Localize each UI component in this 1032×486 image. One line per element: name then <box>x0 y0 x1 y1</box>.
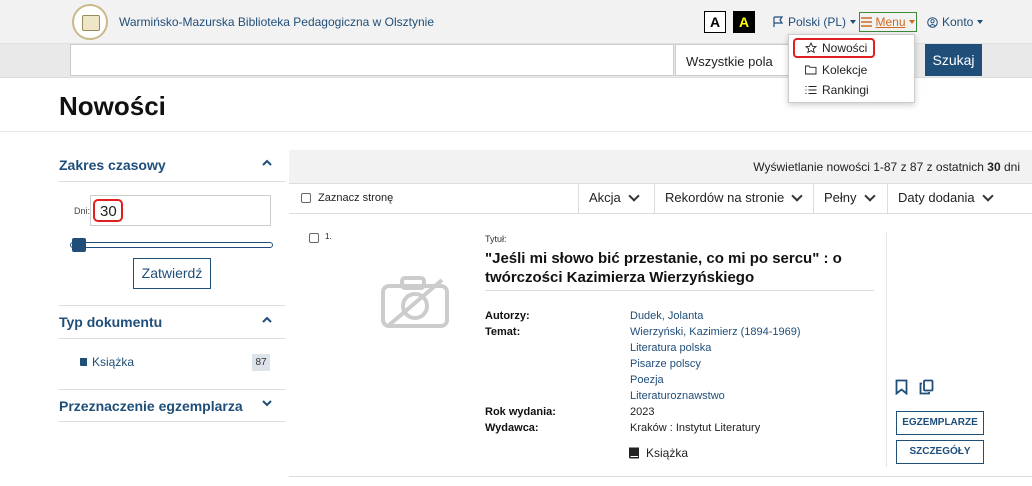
sort-label: Daty dodania <box>898 190 975 205</box>
record-number: 1. <box>325 232 332 241</box>
results-count: Wyświetlanie nowości 1-87 z 87 z ostatni… <box>753 160 1020 174</box>
divider <box>59 389 285 390</box>
author-link[interactable]: Dudek, Jolanta <box>630 310 703 322</box>
subject-link[interactable]: Literatura polska <box>630 342 711 354</box>
facet-item-book[interactable]: Książka <box>79 355 134 369</box>
action-label: Akcja <box>589 190 621 205</box>
select-page-label[interactable]: Zaznacz stronę <box>318 192 393 204</box>
view-label: Pełny <box>824 190 857 205</box>
select-page-checkbox[interactable] <box>301 193 311 203</box>
count-badge: 87 <box>252 354 270 371</box>
results-toolbar: Zaznacz stronę Akcja Rekordów na stronie… <box>289 183 1032 214</box>
subject-link[interactable]: Pisarze polscy <box>630 358 701 370</box>
divider <box>0 131 1032 132</box>
chevron-down-icon <box>977 20 984 24</box>
language-label: Polski (PL) <box>788 15 847 29</box>
record-type-label: Książka <box>646 446 689 460</box>
list-icon <box>805 86 817 94</box>
results-count-prefix: Wyświetlanie nowości 1-87 z 87 z ostatni… <box>753 160 988 174</box>
subject-label: Temat: <box>485 326 521 338</box>
divider <box>59 421 285 422</box>
divider <box>886 232 887 467</box>
sort-dropdown[interactable]: Daty dodania <box>887 184 1006 213</box>
divider <box>59 338 285 339</box>
chevron-down-icon <box>850 20 857 24</box>
chevron-down-icon <box>908 20 915 24</box>
days-input[interactable]: 30 <box>93 199 123 222</box>
publisher-value: Kraków : Instytut Literatury <box>630 422 761 434</box>
library-logo-icon[interactable] <box>72 4 108 40</box>
chevron-up-icon[interactable] <box>262 315 272 325</box>
divider <box>59 181 285 182</box>
action-dropdown[interactable]: Akcja <box>578 184 654 213</box>
menu-label: Menu <box>875 15 906 29</box>
per-page-dropdown[interactable]: Rekordów na stronie <box>654 184 813 213</box>
subject-link[interactable]: Poezja <box>630 374 664 386</box>
chevron-down-icon[interactable] <box>262 398 272 408</box>
chevron-down-icon <box>863 190 876 202</box>
authors-label: Autorzy: <box>485 310 530 322</box>
search-field-select[interactable]: Wszystkie pola <box>675 44 790 76</box>
confirm-button[interactable]: Zatwierdź <box>133 258 211 289</box>
star-icon <box>805 42 817 54</box>
facet-title-time-range[interactable]: Zakres czasowy <box>59 157 166 173</box>
user-icon <box>927 16 938 28</box>
divider <box>289 476 1032 477</box>
subject-link[interactable]: Literaturoznawstwo <box>630 390 725 402</box>
days-slider-handle[interactable] <box>72 238 86 252</box>
bookmark-icon[interactable] <box>895 379 908 395</box>
divider <box>485 290 874 291</box>
flag-icon <box>773 16 784 27</box>
divider <box>59 305 285 306</box>
chevron-down-icon <box>791 190 803 202</box>
menu-item-rankings[interactable]: Rankingi <box>795 80 875 100</box>
details-button[interactable]: SZCZEGÓŁY <box>896 440 984 464</box>
contrast-normal-button[interactable]: A <box>704 11 726 33</box>
book-icon <box>629 447 639 459</box>
account-label: Konto <box>942 15 974 29</box>
subject-link[interactable]: Wierzyński, Kazimierz (1894-1969) <box>630 326 801 338</box>
menu-item-label: Nowości <box>822 41 868 55</box>
search-input[interactable] <box>70 44 674 76</box>
menu-item-label: Kolekcje <box>822 63 868 77</box>
days-slider-track[interactable] <box>70 242 273 248</box>
chevron-down-icon <box>981 190 994 202</box>
menu-item-label: Rankingi <box>822 83 869 97</box>
record-checkbox[interactable] <box>309 233 319 243</box>
contrast-high-button[interactable]: A <box>733 11 755 33</box>
facet-item-label: Książka <box>92 355 135 369</box>
days-label: Dni: <box>74 206 91 216</box>
search-button[interactable]: Szukaj <box>925 44 982 76</box>
hamburger-icon <box>861 17 873 27</box>
language-selector[interactable]: Polski (PL) <box>773 15 857 29</box>
results-count-suffix: dni <box>1000 160 1020 174</box>
results-header: Wyświetlanie nowości 1-87 z 87 z ostatni… <box>289 150 1032 183</box>
facet-title-purpose[interactable]: Przeznaczenie egzemplarza <box>59 398 243 414</box>
chevron-down-icon <box>628 190 640 202</box>
menu-dropdown: Nowości Kolekcje Rankingi <box>788 34 915 103</box>
menu-item-collections[interactable]: Kolekcje <box>795 60 873 80</box>
chevron-up-icon[interactable] <box>262 158 272 168</box>
record-type: Książka <box>627 446 688 460</box>
copies-button[interactable]: EGZEMPLARZE <box>896 411 984 435</box>
site-title[interactable]: Warmińsko-Mazurska Biblioteka Pedagogicz… <box>119 15 434 29</box>
year-label: Rok wydania: <box>485 406 556 418</box>
facet-title-doc-type[interactable]: Typ dokumentu <box>59 314 162 330</box>
record-title[interactable]: "Jeśli mi słowo bić przestanie, co mi po… <box>485 249 855 287</box>
per-page-label: Rekordów na stronie <box>665 190 785 205</box>
copy-icon[interactable] <box>919 379 934 395</box>
page-title: Nowości <box>59 91 166 121</box>
account-menu[interactable]: Konto <box>927 15 984 29</box>
no-image-camera-icon <box>381 276 449 328</box>
results-count-days: 30 <box>987 160 1001 174</box>
publisher-label: Wydawca: <box>485 422 539 434</box>
book-icon <box>80 358 87 366</box>
menu-button[interactable]: Menu <box>859 12 917 32</box>
year-value: 2023 <box>630 406 655 418</box>
view-dropdown[interactable]: Pełny <box>813 184 887 213</box>
menu-item-new[interactable]: Nowości <box>793 38 876 58</box>
folder-icon <box>805 65 817 75</box>
title-label: Tytuł: <box>485 234 507 244</box>
